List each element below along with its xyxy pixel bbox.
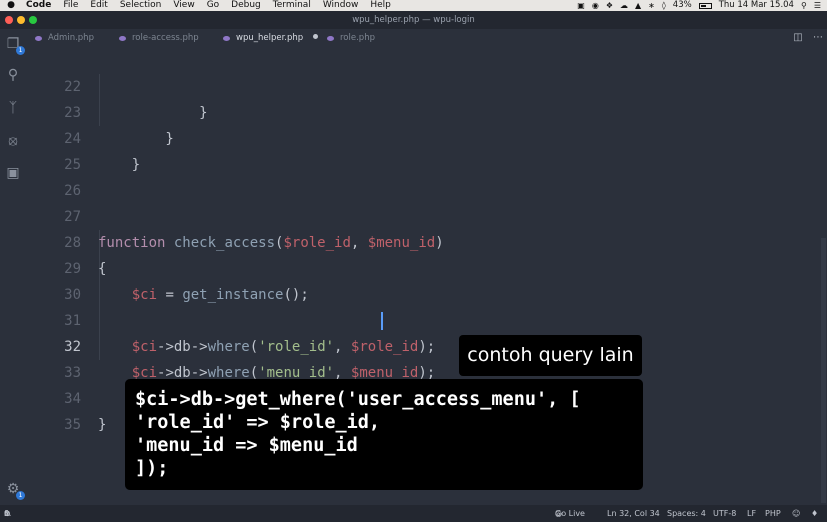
search-icon[interactable]: ⚲ (4, 66, 22, 84)
debug-icon[interactable]: ⦻ (4, 132, 22, 150)
code-text: } (98, 417, 107, 433)
tab-label: Admin.php (48, 33, 94, 43)
menu-bar-clock[interactable]: Thu 14 Mar 15.04 (719, 0, 794, 11)
scrollbar-thumb[interactable] (821, 238, 826, 503)
menu-file[interactable]: File (57, 0, 84, 11)
activity-bar: ❐ 1 ⚲ ᛉ ⦻ ▣ ⚙ 1 (0, 29, 26, 505)
window-title: wpu_helper.php — wpu-login (352, 15, 475, 25)
tab-admin-php[interactable]: Admin.php (26, 29, 110, 48)
php-file-icon (327, 36, 334, 41)
tab-label: role-access.php (132, 33, 199, 43)
tab-label: wpu_helper.php (236, 33, 304, 43)
more-actions-icon[interactable]: ⋯ (812, 32, 824, 44)
code-line: 23 } (26, 74, 820, 147)
wifi-icon[interactable]: ◊ (662, 0, 666, 11)
tab-role-access-php[interactable]: role-access.php (110, 29, 214, 48)
menu-window[interactable]: Window (317, 0, 365, 11)
source-control-icon[interactable]: ᛉ (4, 99, 22, 117)
code-line: 29 $ci = get_instance(); (26, 230, 820, 303)
file-encoding[interactable]: UTF-8 (713, 505, 736, 522)
text-cursor (381, 312, 383, 330)
apple-icon[interactable]: ● (0, 0, 22, 11)
menu-app-code[interactable]: Code (22, 0, 57, 11)
tab-role-php[interactable]: role.php (318, 29, 398, 48)
menu-selection[interactable]: Selection (114, 0, 167, 11)
editor-scrollbar[interactable] (820, 48, 827, 505)
menu-view[interactable]: View (167, 0, 200, 11)
tab-wpu-helper-php[interactable]: wpu_helper.php (214, 29, 318, 48)
go-live-label: Go Live (555, 509, 585, 518)
settings-gear-icon[interactable]: ⚙ 1 (4, 480, 25, 500)
code-line: 30 (26, 256, 820, 303)
zoom-window-button[interactable] (29, 16, 37, 24)
spotlight-search-icon[interactable]: ⚲ (801, 0, 807, 11)
code-line-current: 32 $ci->db->where('menu_id', $menu_id); (26, 308, 820, 381)
cursor-position[interactable]: Ln 32, Col 34 (607, 505, 660, 522)
end-of-line[interactable]: LF (747, 505, 756, 522)
bluetooth-icon[interactable]: ∗ (648, 0, 655, 11)
code-line: 26 (26, 152, 820, 199)
indentation-setting[interactable]: Spaces: 4 (667, 505, 706, 522)
caption-overlay: contoh query lain (459, 335, 642, 376)
menu-bar-tray: ▣ ◉ ❖ ☁ ▲ ∗ ◊ 43% Thu 14 Mar 15.04 ⚲ ☰ (577, 0, 821, 11)
cloud-icon[interactable]: ☁ (620, 0, 628, 11)
window-title-bar: wpu_helper.php — wpu-login (0, 11, 827, 29)
dropbox-icon[interactable]: ❖ (606, 0, 613, 11)
explorer-files-icon[interactable]: ❐ 1 (4, 35, 25, 55)
menu-go[interactable]: Go (201, 0, 225, 11)
line-number: 35 (64, 417, 81, 433)
editor-tab-bar: Admin.php role-access.php wpu_helper.php… (26, 29, 827, 48)
drive-icon[interactable]: ▲ (635, 0, 641, 11)
menu-edit[interactable]: Edit (84, 0, 113, 11)
creative-cloud-icon[interactable]: ◉ (592, 0, 599, 11)
status-bar: ⊗ 0 ⚠ 0 ϟ ◎ Go Live Ln 32, Col 34 Spaces… (0, 505, 827, 522)
php-file-icon (223, 36, 230, 41)
split-editor-icon[interactable]: ◫ (792, 32, 804, 44)
minimize-window-button[interactable] (17, 16, 25, 24)
settings-badge: 1 (16, 491, 25, 500)
extensions-icon[interactable]: ▣ (4, 164, 22, 182)
php-file-icon (35, 36, 42, 41)
close-window-button[interactable] (5, 16, 13, 24)
code-line: 27 function check_access($role_id, $menu… (26, 178, 820, 251)
code-line: 25 (26, 126, 820, 173)
menu-debug[interactable]: Debug (225, 0, 267, 11)
code-snippet-overlay: $ci->db->get_where('user_access_menu', [… (125, 379, 643, 490)
battery-icon[interactable] (698, 2, 712, 9)
tab-label: role.php (340, 33, 375, 43)
notification-center-icon[interactable]: ☰ (814, 0, 821, 11)
screen-record-icon[interactable]: ▣ (577, 0, 585, 11)
language-mode[interactable]: PHP (765, 505, 781, 522)
battery-percent: 43% (672, 0, 692, 10)
notifications-bell-icon[interactable]: ♦ (811, 505, 818, 522)
code-line: 28 { (26, 204, 820, 277)
menu-help[interactable]: Help (364, 0, 397, 11)
menu-terminal[interactable]: Terminal (267, 0, 317, 11)
explorer-badge: 1 (16, 46, 25, 55)
lightning-icon: ϟ (4, 509, 10, 518)
code-line: 33 $ci->db->get('user_access_menu'); (26, 334, 820, 407)
code-line: 31 $ci->db->where('role_id', $role_id); (26, 282, 820, 355)
code-line: 22 } (26, 48, 820, 121)
code-line: 24 } (26, 100, 820, 173)
macos-menu-bar: ● Code File Edit Selection View Go Debug… (0, 0, 827, 11)
feedback-smiley-icon[interactable]: ☺ (792, 505, 800, 522)
php-file-icon (119, 36, 126, 41)
